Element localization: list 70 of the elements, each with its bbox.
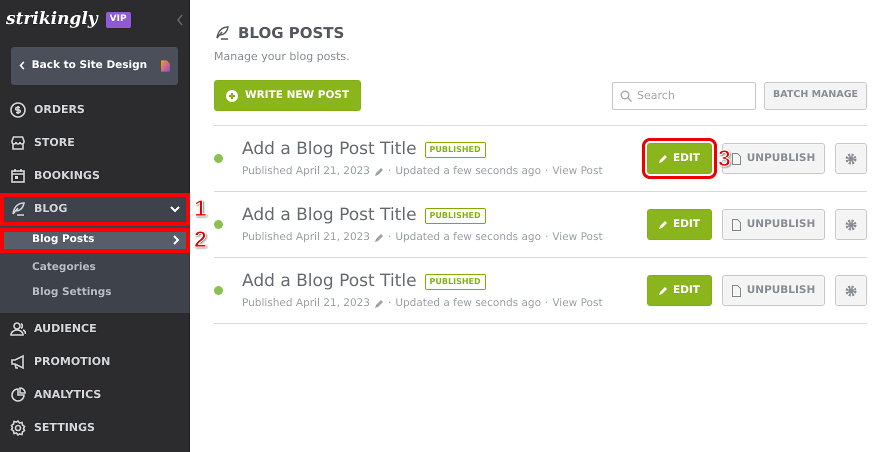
settings-icon xyxy=(10,420,26,436)
quill-icon xyxy=(214,25,230,42)
settings-button[interactable] xyxy=(835,209,867,240)
nav-item[interactable]: PROMOTION xyxy=(0,346,190,378)
status-dot xyxy=(214,220,223,229)
gear-icon xyxy=(845,218,857,230)
file-icon xyxy=(732,152,741,164)
chevron-left-icon xyxy=(19,60,25,71)
document-icon xyxy=(161,58,170,72)
post-title[interactable]: Add a Blog Post Title xyxy=(242,136,417,162)
separator: · xyxy=(545,230,548,246)
status-badge: PUBLISHED xyxy=(424,142,486,158)
megaphone-icon xyxy=(10,354,26,370)
nav-item[interactable]: BOOKINGS xyxy=(0,160,190,192)
unpublish-button[interactable]: UNPUBLISH xyxy=(722,209,825,240)
logo[interactable]: strikingly xyxy=(6,7,98,32)
settings-button[interactable] xyxy=(835,275,867,306)
chevron-right-icon xyxy=(172,235,180,245)
search-field[interactable]: Search xyxy=(612,82,756,110)
updated-time: Updated a few seconds ago xyxy=(395,296,541,312)
updated-time: Updated a few seconds ago xyxy=(395,230,541,246)
publish-date: Published April 21, 2023 xyxy=(242,230,370,246)
vip-badge: VIP xyxy=(106,12,131,28)
separator: · xyxy=(545,296,548,312)
pencil-icon xyxy=(374,167,384,178)
store-icon xyxy=(10,135,26,151)
pencil-icon xyxy=(659,286,668,295)
separator: · xyxy=(388,230,392,246)
status-badge: PUBLISHED xyxy=(424,274,486,290)
sub-nav-item[interactable]: Blog Posts xyxy=(0,228,190,252)
people-icon xyxy=(10,321,26,337)
page-title: BLOG POSTS xyxy=(238,23,344,44)
gear-icon xyxy=(845,152,857,164)
collapse-icon xyxy=(176,14,184,26)
settings-button[interactable] xyxy=(835,143,867,174)
page-subtitle: Manage your blog posts. xyxy=(214,48,351,64)
pencil-icon xyxy=(659,220,668,229)
nav-item[interactable]: ANALYTICS xyxy=(0,378,190,412)
nav-item[interactable]: SETTINGS xyxy=(0,412,190,444)
post-title[interactable]: Add a Blog Post Title xyxy=(242,268,417,294)
unpublish-button[interactable]: UNPUBLISH xyxy=(722,275,825,306)
pencil-icon xyxy=(659,154,668,163)
publish-date: Published April 21, 2023 xyxy=(242,164,370,180)
file-icon xyxy=(732,284,741,296)
separator: · xyxy=(388,164,392,180)
batch-manage-button[interactable]: BATCH MANAGE xyxy=(764,82,867,110)
nav-item[interactable]: AUDIENCE xyxy=(0,312,190,346)
pencil-icon xyxy=(374,299,384,310)
nav-item[interactable]: ORDERS xyxy=(0,94,190,126)
sub-nav-item[interactable]: Categories xyxy=(0,256,190,280)
dollar-icon xyxy=(10,102,26,118)
calendar-icon xyxy=(10,168,26,184)
plus-circle-icon xyxy=(226,90,238,102)
status-dot xyxy=(214,286,223,295)
separator: · xyxy=(545,164,548,180)
quill-icon xyxy=(10,201,26,217)
updated-time: Updated a few seconds ago xyxy=(395,164,541,180)
separator: · xyxy=(388,296,392,312)
nav-item[interactable]: BLOG xyxy=(0,192,190,226)
file-icon xyxy=(732,218,741,230)
status-dot xyxy=(214,154,223,163)
sub-nav-item[interactable]: Blog Settings xyxy=(0,280,190,306)
back-button[interactable]: Back to Site Design xyxy=(11,46,178,84)
pencil-icon xyxy=(374,233,384,244)
publish-date: Published April 21, 2023 xyxy=(242,296,370,312)
gear-icon xyxy=(845,284,857,296)
status-badge: PUBLISHED xyxy=(424,208,486,224)
pie-chart-icon xyxy=(10,387,26,403)
post-title[interactable]: Add a Blog Post Title xyxy=(242,202,417,228)
nav-item[interactable]: STORE xyxy=(0,126,190,160)
